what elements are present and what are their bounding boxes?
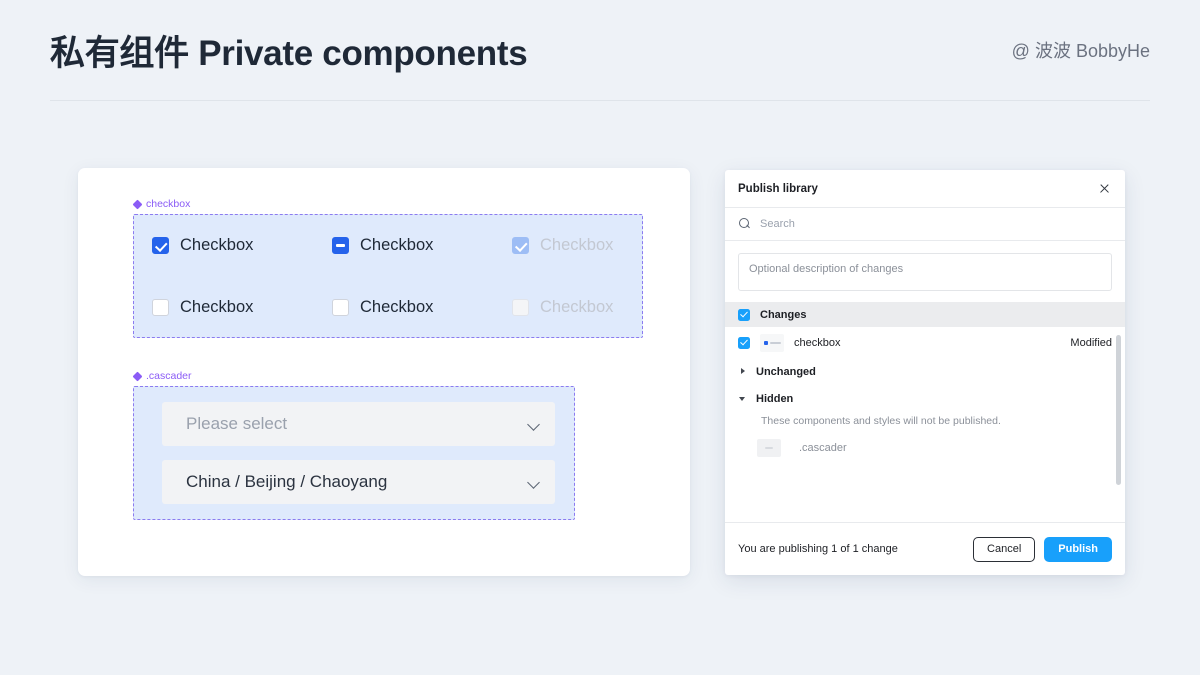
- checkbox-group-label: checkbox: [133, 198, 190, 210]
- checkbox-item-2[interactable]: Checkbox: [332, 236, 512, 255]
- changes-section-label: Changes: [760, 309, 806, 321]
- author-credit: @ 波波 BobbyHe: [1012, 37, 1150, 63]
- chevron-right-icon[interactable]: [738, 367, 747, 376]
- unchanged-section-header[interactable]: Unchanged: [725, 358, 1125, 385]
- chevron-down-icon: [528, 476, 541, 489]
- checkbox-label: Checkbox: [180, 236, 253, 255]
- table-row[interactable]: checkbox Modified: [725, 327, 1125, 358]
- changes-section-header[interactable]: Changes: [725, 302, 1125, 327]
- footer-actions: Cancel Publish: [973, 537, 1112, 562]
- unchanged-section-label: Unchanged: [756, 366, 816, 378]
- cancel-button[interactable]: Cancel: [973, 537, 1035, 562]
- checkbox-item-4[interactable]: Checkbox: [152, 298, 332, 317]
- checkbox-group-label-text: checkbox: [146, 198, 190, 210]
- component-diamond-icon: [133, 372, 142, 381]
- checkbox-box-unchecked[interactable]: [332, 299, 349, 316]
- checkbox-label: Checkbox: [360, 236, 433, 255]
- checkbox-grid: Checkbox Checkbox Checkbox Checkbox Chec…: [133, 214, 643, 338]
- changes-select-all-checkbox[interactable]: [738, 309, 750, 321]
- checkbox-item-5[interactable]: Checkbox: [332, 298, 512, 317]
- row-status-label: Modified: [1070, 337, 1112, 349]
- publish-panel-footer: You are publishing 1 of 1 change Cancel …: [725, 522, 1125, 575]
- hidden-section-header[interactable]: Hidden: [725, 385, 1125, 412]
- row-checkbox[interactable]: [738, 337, 750, 349]
- publish-panel-title: Publish library: [738, 183, 818, 195]
- checkbox-item-6: Checkbox: [512, 298, 662, 317]
- component-thumbnail: [760, 334, 784, 352]
- cascader-group-label-text: .cascader: [146, 370, 192, 382]
- list-scrollbar[interactable]: [1116, 335, 1121, 485]
- cascader-select-empty[interactable]: Please select: [162, 402, 555, 446]
- checkbox-component-group[interactable]: checkbox Checkbox Checkbox Checkbox Chec…: [133, 214, 643, 338]
- cascader-placeholder-text: Please select: [186, 414, 287, 434]
- checkbox-box-indeterminate[interactable]: [332, 237, 349, 254]
- publish-button[interactable]: Publish: [1044, 537, 1112, 562]
- page-header: 私有组件 Private components @ 波波 BobbyHe: [0, 0, 1200, 100]
- checkbox-item-1[interactable]: Checkbox: [152, 236, 332, 255]
- search-input-placeholder: Search: [760, 218, 795, 230]
- checkbox-label: Checkbox: [180, 298, 253, 317]
- publish-library-dialog: Publish library Search Optional descript…: [725, 170, 1125, 575]
- cascader-select-filled[interactable]: China / Beijing / Chaoyang: [162, 460, 555, 504]
- checkbox-box-unchecked-disabled: [512, 299, 529, 316]
- cascader-selected-text: China / Beijing / Chaoyang: [186, 472, 387, 492]
- cascader-component-group[interactable]: .cascader Please select China / Beijing …: [133, 386, 575, 520]
- search-icon: [739, 218, 751, 230]
- checkbox-label: Checkbox: [540, 236, 613, 255]
- component-thumbnail-placeholder: [757, 439, 781, 457]
- component-diamond-icon: [133, 200, 142, 209]
- cascader-group-label: .cascader: [133, 370, 192, 382]
- publish-list-area: checkbox Modified Unchanged Hidden These…: [725, 327, 1125, 522]
- thumbnail-line-glyph: [765, 447, 773, 449]
- header-divider: [50, 100, 1150, 101]
- thumbnail-checkbox-glyph: [764, 341, 768, 345]
- chevron-down-icon: [528, 418, 541, 431]
- checkbox-label: Checkbox: [540, 298, 613, 317]
- hidden-section-label: Hidden: [756, 393, 793, 405]
- description-input[interactable]: Optional description of changes: [738, 253, 1112, 291]
- search-field[interactable]: Search: [725, 208, 1125, 241]
- cascader-fields: Please select China / Beijing / Chaoyang: [133, 386, 575, 520]
- checkbox-box-unchecked[interactable]: [152, 299, 169, 316]
- checkbox-item-3: Checkbox: [512, 236, 662, 255]
- description-wrapper: Optional description of changes: [725, 241, 1125, 302]
- checkbox-box-checked[interactable]: [152, 237, 169, 254]
- row-component-name: checkbox: [794, 337, 1060, 349]
- close-icon[interactable]: [1095, 180, 1113, 198]
- row-component-name: .cascader: [799, 442, 1112, 454]
- page-title: 私有组件 Private components: [50, 25, 527, 76]
- hidden-section-note: These components and styles will not be …: [725, 412, 1125, 433]
- checkbox-box-checked-disabled: [512, 237, 529, 254]
- thumbnail-label-glyph: [770, 342, 781, 344]
- publish-status-text: You are publishing 1 of 1 change: [738, 543, 898, 555]
- table-row[interactable]: .cascader: [725, 433, 1125, 463]
- checkbox-label: Checkbox: [360, 298, 433, 317]
- publish-panel-header: Publish library: [725, 170, 1125, 208]
- chevron-down-icon[interactable]: [738, 394, 747, 403]
